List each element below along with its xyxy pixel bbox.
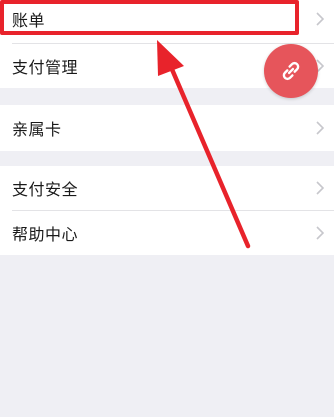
menu-group-3: 支付安全 帮助中心 xyxy=(0,166,334,255)
floating-link-button[interactable] xyxy=(264,44,318,98)
chevron-right-icon xyxy=(316,226,324,240)
link-icon xyxy=(282,61,300,81)
menu-group-2: 亲属卡 xyxy=(0,105,334,151)
menu-item-family-card[interactable]: 亲属卡 xyxy=(0,106,334,150)
annotation-highlight-box xyxy=(0,0,299,35)
chevron-right-icon xyxy=(316,12,324,26)
chevron-right-icon xyxy=(316,181,324,195)
menu-item-help-center[interactable]: 帮助中心 xyxy=(0,211,334,255)
menu-item-label: 亲属卡 xyxy=(12,120,62,139)
menu-item-label: 支付安全 xyxy=(12,180,79,199)
menu-item-label: 支付管理 xyxy=(12,58,79,77)
menu-item-label: 帮助中心 xyxy=(12,225,79,244)
chevron-right-icon xyxy=(316,121,324,135)
menu-item-payment-security[interactable]: 支付安全 xyxy=(0,166,334,210)
